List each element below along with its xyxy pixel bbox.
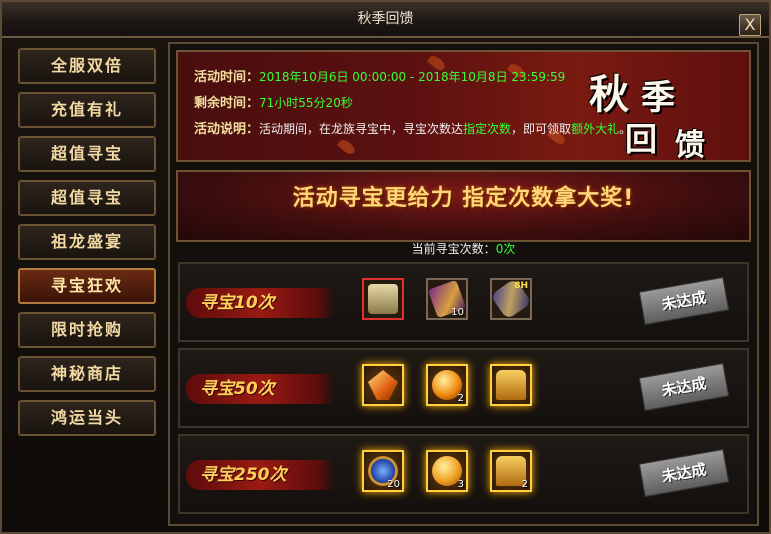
item-quantity: 2 (457, 393, 464, 404)
reward-item[interactable]: 20 (362, 450, 404, 492)
slogan-banner: 活动寻宝更给力 指定次数拿大奖! (176, 170, 751, 242)
reward-item[interactable] (362, 364, 404, 406)
sidebar-item-value-treasure-1[interactable]: 超值寻宝 (18, 136, 156, 172)
logo-char: 回 (625, 120, 658, 158)
treasure-count-value: 0次 (495, 242, 516, 256)
main-panel: 活动时间：2018年10月6日 00:00:00 - 2018年10月8日 23… (168, 42, 759, 526)
sidebar-item-flash-sale[interactable]: 限时抢购 (18, 312, 156, 348)
reward-item[interactable]: 2 (490, 450, 532, 492)
slogan-text: 活动寻宝更给力 指定次数拿大奖! (292, 186, 635, 211)
status-badge: 未达成 (638, 362, 730, 412)
logo-char: 秋 (589, 71, 629, 118)
sidebar-item-value-treasure-2[interactable]: 超值寻宝 (18, 180, 156, 216)
event-window: 秋季回馈 X 全服双倍 充值有礼 超值寻宝 超值寻宝 祖龙盛宴 寻宝狂欢 限时抢… (0, 0, 771, 534)
item-quantity: 20 (387, 479, 400, 490)
sidebar-item-double-exp[interactable]: 全服双倍 (18, 48, 156, 84)
treasure-count: 当前寻宝次数：0次 (170, 240, 757, 257)
logo-char: 季 (641, 78, 675, 118)
reward-item[interactable]: 8H (490, 278, 532, 320)
autumn-feedback-logo: 秋 季 回 馈 (581, 60, 731, 160)
description-text: 活动期间，在龙族寻宝中，寻宝次数达 (259, 122, 464, 136)
event-time-value: 2018年10月6日 00:00:00 - 2018年10月8日 23:59:5… (259, 70, 566, 84)
logo-char: 馈 (675, 128, 705, 162)
tier-label: 寻宝250次 (186, 460, 334, 490)
leaf-decoration (336, 137, 358, 157)
tier-label: 寻宝10次 (186, 288, 334, 318)
close-button[interactable]: X (739, 14, 761, 36)
sidebar-item-mystery-shop[interactable]: 神秘商店 (18, 356, 156, 392)
treasure-chest-icon (368, 284, 398, 314)
event-info-banner: 活动时间：2018年10月6日 00:00:00 - 2018年10月8日 23… (176, 50, 751, 162)
item-badge: 8H (514, 281, 528, 291)
sidebar-item-dragon-feast[interactable]: 祖龙盛宴 (18, 224, 156, 260)
event-time-row: 活动时间：2018年10月6日 00:00:00 - 2018年10月8日 23… (194, 66, 565, 85)
reward-item[interactable] (490, 364, 532, 406)
item-quantity: 10 (451, 307, 464, 318)
event-description-label: 活动说明： (194, 122, 260, 137)
remaining-time-label: 剩余时间： (194, 96, 260, 111)
item-quantity: 2 (521, 479, 528, 490)
reward-item[interactable]: 10 (426, 278, 468, 320)
description-text: ，即可领取 (511, 122, 572, 136)
event-description-row: 活动说明：活动期间，在龙族寻宝中，寻宝次数达指定次数，即可领取额外大礼。 (194, 118, 631, 137)
reward-item[interactable]: 3 (426, 450, 468, 492)
remaining-time-value: 71小时55分20秒 (259, 96, 353, 110)
status-badge: 未达成 (638, 448, 730, 498)
title-bar: 秋季回馈 (2, 2, 769, 38)
remaining-time-row: 剩余时间：71小时55分20秒 (194, 92, 353, 111)
item-quantity: 3 (457, 479, 464, 490)
sidebar-item-treasure-carnival[interactable]: 寻宝狂欢 (18, 268, 156, 304)
reward-tier-250: 寻宝250次 20 3 2 未达成 (178, 434, 749, 514)
tier-label: 寻宝50次 (186, 374, 334, 404)
window-title: 秋季回馈 (357, 11, 414, 27)
treasure-count-label: 当前寻宝次数： (411, 242, 496, 256)
reward-item[interactable] (362, 278, 404, 320)
sidebar-item-good-fortune[interactable]: 鸿运当头 (18, 400, 156, 436)
reward-item[interactable]: 2 (426, 364, 468, 406)
golden-chest-icon (496, 370, 526, 400)
sidebar: 全服双倍 充值有礼 超值寻宝 超值寻宝 祖龙盛宴 寻宝狂欢 限时抢购 神秘商店 … (12, 42, 160, 522)
reward-tier-10: 寻宝10次 10 8H 未达成 (178, 262, 749, 342)
sidebar-item-recharge-gift[interactable]: 充值有礼 (18, 92, 156, 128)
status-badge: 未达成 (638, 276, 730, 326)
reward-tier-50: 寻宝50次 2 未达成 (178, 348, 749, 428)
event-time-label: 活动时间： (194, 70, 260, 85)
crystal-icon (368, 370, 398, 400)
description-highlight: 指定次数 (463, 122, 512, 136)
